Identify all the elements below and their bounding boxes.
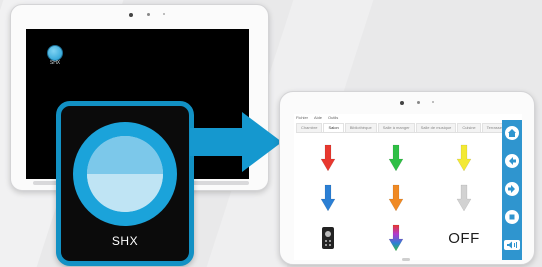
tab-0[interactable]: Chambre xyxy=(296,123,323,132)
previous-icon[interactable] xyxy=(505,154,519,168)
sensor-dot xyxy=(417,101,420,104)
blue-down-arrow-icon xyxy=(320,184,336,212)
grid-button-1[interactable] xyxy=(366,140,426,176)
sensor-dot xyxy=(163,13,165,15)
white-down-arrow-icon xyxy=(456,184,472,212)
red-down-arrow-icon xyxy=(320,144,336,172)
yellow-down-arrow-icon xyxy=(456,144,472,172)
zoomed-app-label: SHX xyxy=(111,234,139,248)
tab-4[interactable]: Salle de musique xyxy=(415,123,457,132)
tab-divider xyxy=(296,132,502,133)
orange-down-arrow-icon xyxy=(388,184,404,212)
rainbow-down-arrow-icon xyxy=(388,224,404,252)
app-screen: Fichier Aide Outils Chambre Salon Biblioth… xyxy=(294,114,522,260)
room-tabs: Chambre Salon Bibliothèque Salle à manger Sa… xyxy=(296,123,522,132)
right-tablet: Fichier Aide Outils Chambre Salon Biblioth… xyxy=(279,91,535,265)
next-icon[interactable] xyxy=(505,182,519,196)
control-grid: OFF xyxy=(298,138,498,256)
grid-button-3[interactable] xyxy=(298,180,358,216)
shx-app-icon-label: SHX xyxy=(49,60,61,66)
remote-control-icon xyxy=(322,227,334,249)
menu-item-file[interactable]: Fichier xyxy=(296,115,308,122)
home-indicator xyxy=(402,258,410,261)
off-label: OFF xyxy=(448,229,480,247)
app-logo-top-half xyxy=(87,136,163,174)
sensor-dot xyxy=(432,101,434,103)
grid-button-0[interactable] xyxy=(298,140,358,176)
home-icon[interactable] xyxy=(505,126,519,140)
navigation-sidebar xyxy=(502,120,522,260)
grid-button-7[interactable] xyxy=(366,220,426,256)
grid-button-6[interactable] xyxy=(298,220,358,256)
tab-3[interactable]: Salle à manger xyxy=(377,123,415,132)
green-down-arrow-icon xyxy=(388,144,404,172)
app-logo-ring xyxy=(73,122,177,226)
right-arrow-icon xyxy=(190,112,282,172)
grid-button-4[interactable] xyxy=(366,180,426,216)
app-logo-disc xyxy=(87,136,163,212)
app-logo-bottom-half xyxy=(87,174,163,212)
tab-1[interactable]: Salon xyxy=(323,123,344,132)
grid-button-5[interactable] xyxy=(434,180,494,216)
tab-2[interactable]: Bibliothèque xyxy=(344,123,377,132)
volume-icon[interactable] xyxy=(504,240,520,250)
tab-5[interactable]: Cuisine xyxy=(457,123,481,132)
menu-bar: Fichier Aide Outils xyxy=(296,115,338,122)
menu-item-tools[interactable]: Outils xyxy=(328,115,338,122)
menu-item-help[interactable]: Aide xyxy=(314,115,322,122)
stop-icon[interactable] xyxy=(505,210,519,224)
sensor-dot xyxy=(147,13,150,16)
camera-dot xyxy=(400,101,404,105)
grid-button-8[interactable]: OFF xyxy=(434,220,494,256)
zoomed-app-icon: SHX xyxy=(56,101,194,266)
shx-app-icon[interactable] xyxy=(47,45,63,61)
grid-button-2[interactable] xyxy=(434,140,494,176)
camera-dot xyxy=(129,13,133,17)
